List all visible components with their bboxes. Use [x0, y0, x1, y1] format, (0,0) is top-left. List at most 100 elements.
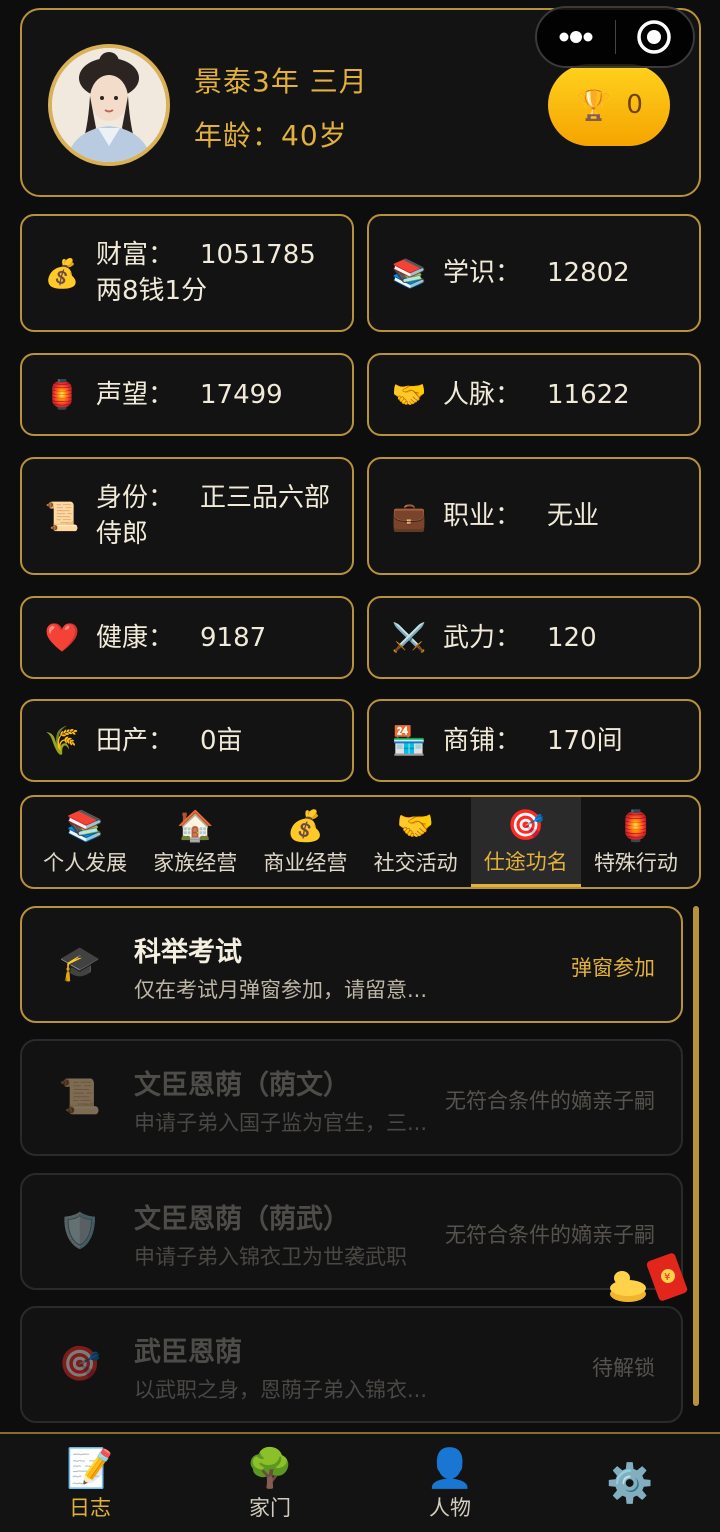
tab-label: 社交活动: [373, 851, 458, 875]
stat-label: 人脉：: [443, 379, 522, 410]
tree-icon: 🌳: [246, 1446, 294, 1490]
stat-label: 声望：: [96, 379, 175, 410]
lantern-icon: 🏮: [44, 378, 80, 411]
action-military-yin[interactable]: 🎯 武臣恩荫 以武职之身，恩荫子弟入锦衣... 待解锁: [20, 1306, 683, 1423]
stat-label: 商铺：: [443, 725, 522, 756]
stat-connections: 🤝 人脉： 11622: [367, 353, 701, 436]
stat-value: 12802: [547, 258, 630, 288]
action-imperial-exam[interactable]: 🎓 科举考试 仅在考试月弹窗参加，请留意... 弹窗参加: [20, 906, 683, 1023]
action-title: 文臣恩荫（荫文）: [134, 1070, 350, 1101]
more-menu-button[interactable]: [537, 8, 615, 66]
action-civil-yin-literary[interactable]: 📜 文臣恩荫（荫文） 申请子弟入国子监为官生，三... 无符合条件的嫡亲子嗣: [20, 1039, 683, 1156]
memo-icon: 📝: [66, 1446, 114, 1490]
action-subtitle: 仅在考试月弹窗参加，请留意...: [134, 978, 428, 1002]
action-status: 无符合条件的嫡亲子嗣: [445, 1089, 655, 1113]
action-subtitle: 申请子弟入锦衣卫为世袭武职: [134, 1245, 407, 1269]
nav-character[interactable]: 👤 人物: [360, 1434, 540, 1532]
stat-value: 9187: [200, 622, 267, 653]
scroll-icon: 📜: [44, 499, 80, 533]
stat-prestige: 🏮 声望： 17499: [20, 353, 354, 436]
lantern-icon: 🏮: [617, 809, 655, 844]
stat-label: 财富：: [96, 240, 175, 270]
stat-identity: 📜 身份： 正三品六部侍郎: [20, 457, 354, 575]
crossed-swords-icon: ⚔️: [391, 621, 427, 654]
store-icon: 🏪: [391, 724, 427, 757]
gear-icon: ⚙️: [606, 1461, 654, 1505]
stat-farmland: 🌾 田产： 0亩: [20, 699, 354, 782]
character-age: 年龄：40岁: [194, 119, 348, 152]
tab-social[interactable]: 🤝 社交活动: [361, 797, 471, 887]
tab-label: 个人发展: [43, 851, 128, 875]
books-icon: 📚: [66, 809, 104, 844]
achievement-button[interactable]: 🏆 0: [548, 64, 670, 146]
game-date: 景泰3年 三月: [194, 65, 368, 98]
stat-label: 学识：: [443, 258, 522, 288]
nav-log[interactable]: 📝 日志: [0, 1434, 180, 1532]
action-title: 科举考试: [134, 937, 242, 968]
stat-label: 健康：: [96, 622, 175, 653]
stat-label: 职业：: [443, 501, 522, 531]
nav-label: 日志: [69, 1496, 111, 1520]
stat-knowledge: 📚 学识： 12802: [367, 214, 701, 332]
briefcase-icon: 💼: [391, 499, 427, 533]
action-civil-yin-military[interactable]: 🛡️ 文臣恩荫（荫武） 申请子弟入锦衣卫为世袭武职 无符合条件的嫡亲子嗣: [20, 1173, 683, 1290]
miniapp-capsule: [535, 6, 695, 68]
tab-official-career[interactable]: 🎯 仕途功名: [470, 797, 581, 887]
action-status: 弹窗参加: [571, 956, 655, 980]
red-packet-icon[interactable]: ¥: [606, 1250, 696, 1310]
action-title: 文臣恩荫（荫武）: [134, 1204, 350, 1235]
tab-family-management[interactable]: 🏠 家族经营: [140, 797, 250, 887]
stat-martial: ⚔️ 武力： 120: [367, 596, 701, 679]
action-status: 无符合条件的嫡亲子嗣: [445, 1223, 655, 1247]
avatar[interactable]: [48, 44, 170, 166]
target-icon: 🎯: [507, 807, 545, 843]
nav-family[interactable]: 🌳 家门: [180, 1434, 360, 1532]
nav-settings[interactable]: ⚙️: [540, 1434, 720, 1532]
stat-shops: 🏪 商铺： 170间: [367, 699, 701, 782]
stat-health: ❤️ 健康： 9187: [20, 596, 354, 679]
scroll-icon: 📜: [58, 1077, 102, 1117]
shield-icon: 🛡️: [58, 1211, 102, 1251]
target-close-icon: [637, 20, 671, 54]
tab-special-actions[interactable]: 🏮 特殊行动: [581, 797, 691, 887]
scrollbar[interactable]: [693, 906, 699, 1406]
close-miniapp-button[interactable]: [615, 8, 693, 66]
stat-label: 身份：: [96, 483, 175, 513]
stat-value: 17499: [200, 379, 283, 410]
house-icon: 🏠: [176, 809, 214, 844]
svg-text:¥: ¥: [664, 1272, 670, 1283]
stat-wealth: 💰 财富： 1051785两8钱1分: [20, 214, 354, 332]
handshake-icon: 🤝: [396, 809, 435, 844]
tab-business[interactable]: 💰 商业经营: [250, 797, 360, 887]
action-subtitle: 申请子弟入国子监为官生，三...: [134, 1111, 428, 1135]
tab-label: 仕途功名: [483, 849, 568, 874]
bottom-navigation: 📝 日志 🌳 家门 👤 人物 ⚙️: [0, 1432, 720, 1532]
stat-value: 120: [547, 622, 597, 653]
tab-label: 家族经营: [153, 851, 238, 875]
tab-label: 特殊行动: [593, 851, 678, 875]
more-dots-icon: [559, 31, 593, 43]
heart-icon: ❤️: [44, 621, 80, 654]
stat-value: 0亩: [200, 725, 243, 756]
handshake-icon: 🤝: [391, 378, 427, 411]
stat-label: 田产：: [96, 725, 175, 756]
graduation-cap-icon: 🎓: [58, 944, 102, 984]
trophy-icon: 🏆: [575, 87, 613, 123]
tab-label: 商业经营: [263, 851, 348, 875]
tab-personal-development[interactable]: 📚 个人发展: [30, 797, 140, 887]
target-icon: 🎯: [58, 1344, 102, 1384]
stat-occupation: 💼 职业： 无业: [367, 457, 701, 575]
nav-label: 家门: [249, 1496, 291, 1520]
stat-value: 11622: [547, 379, 630, 410]
money-bag-icon: 💰: [44, 256, 80, 290]
money-bag-icon: 💰: [286, 809, 325, 844]
nav-label: 人物: [429, 1496, 471, 1520]
rice-icon: 🌾: [44, 724, 80, 757]
stat-value: 无业: [547, 501, 600, 531]
category-tabs: 📚 个人发展 🏠 家族经营 💰 商业经营 🤝 社交活动 🎯 仕途功名 🏮 特殊行…: [20, 795, 701, 889]
action-subtitle: 以武职之身，恩荫子弟入锦衣...: [134, 1378, 428, 1402]
stat-label: 武力：: [443, 622, 522, 653]
books-icon: 📚: [391, 256, 427, 290]
person-icon: 👤: [426, 1446, 474, 1490]
achievement-count: 0: [626, 90, 643, 120]
